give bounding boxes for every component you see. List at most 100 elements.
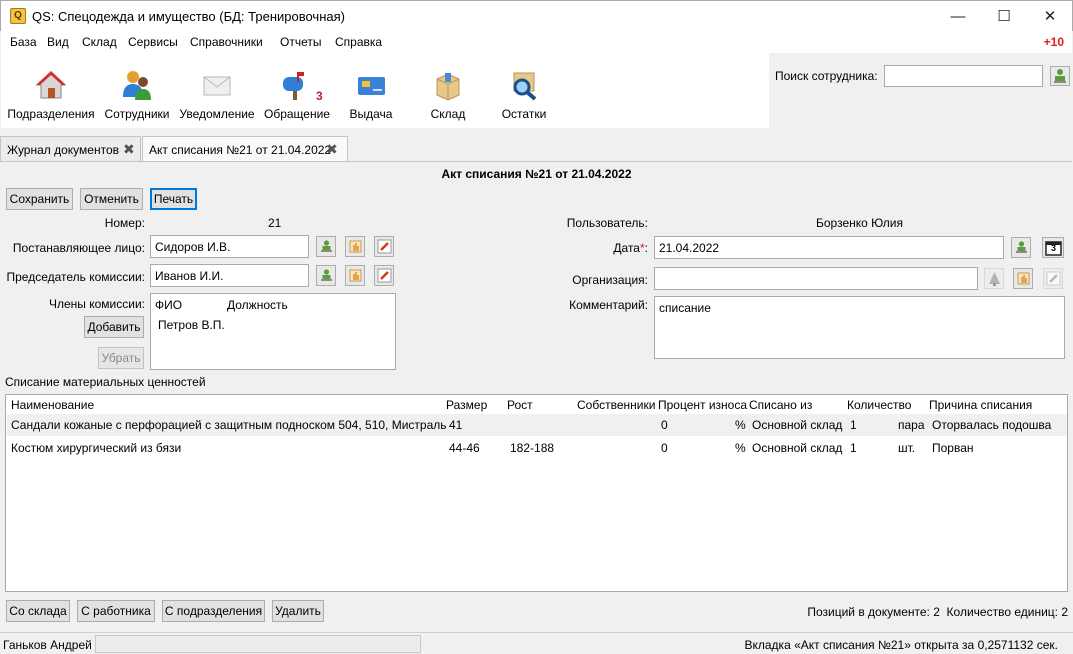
toolbar-button-podrazdeleniya[interactable]: Подразделения [5, 53, 97, 128]
toolbar-button-sklad[interactable]: Склад [415, 53, 481, 128]
menu-item-spravochniki[interactable]: Справочники [190, 35, 263, 49]
menu-item-spravka[interactable]: Справка [335, 35, 382, 49]
edit-button[interactable] [1043, 268, 1063, 289]
column-header-from[interactable]: Списано из [749, 398, 812, 412]
close-button[interactable]: ✕ [1027, 1, 1073, 32]
cell-unit: пара [898, 418, 925, 432]
search-input[interactable] [884, 65, 1043, 87]
comment-field[interactable]: списание [654, 296, 1065, 359]
select-user-button[interactable] [1011, 237, 1031, 258]
tab-zhurnal-dokumentov[interactable]: Журнал документов ✖ [0, 136, 141, 162]
from-stock-button[interactable]: Со склада [6, 600, 70, 622]
edit-button[interactable] [374, 265, 394, 286]
members-list[interactable]: ФИО Должность Петров В.П. [150, 293, 396, 370]
cell-reason: Порван [932, 441, 974, 455]
tab-strip: Журнал документов ✖ Акт списания №21 от … [0, 128, 1073, 162]
select-employee-button[interactable] [316, 265, 336, 286]
pencil-icon [1046, 271, 1061, 286]
writeoff-table[interactable]: Наименование Размер Рост Собственники Пр… [5, 394, 1068, 592]
obrashenie-count: 3 [316, 89, 323, 103]
cell-from: Основной склад [752, 441, 843, 455]
hand-pick-button[interactable] [345, 236, 365, 257]
status-user: Ганьков Андрей [3, 638, 92, 652]
box-icon [436, 73, 460, 101]
menu-item-baza[interactable]: База [10, 35, 37, 49]
chairman-field[interactable]: Иванов И.И. [150, 264, 309, 287]
edit-button[interactable] [374, 236, 394, 257]
person-stamp-icon [1054, 69, 1066, 83]
cell-unit: шт. [898, 441, 916, 455]
members-col-fio: ФИО [155, 298, 183, 312]
minimize-button[interactable]: — [935, 1, 981, 32]
cancel-button[interactable]: Отменить [80, 188, 143, 210]
tree-icon [989, 272, 1000, 286]
cell-from: Основной склад [752, 418, 843, 432]
toolbar-button-ostatki[interactable]: Остатки [491, 53, 557, 128]
toolbar-label: Сотрудники [104, 107, 170, 121]
cell-qty: 1 [850, 418, 857, 432]
person-stamp-icon [1016, 241, 1027, 253]
add-member-button[interactable]: Добавить [84, 316, 144, 338]
cell-percent-sign: % [735, 418, 746, 432]
toolbar-button-obrashenie[interactable]: 3 Обращение [260, 53, 334, 128]
number-label: Номер: [104, 216, 145, 230]
toolbar-button-uvedomlenie[interactable]: Уведомление [177, 53, 257, 128]
hand-icon [349, 240, 362, 253]
window-title: QS: Спецодежда и имущество (БД: Трениров… [32, 9, 345, 24]
column-header-owners[interactable]: Собственники [577, 398, 655, 412]
menu-item-sklad[interactable]: Склад [82, 35, 117, 49]
toolbar-button-sotrudniki[interactable]: Сотрудники [100, 53, 174, 128]
remove-member-button[interactable]: Убрать [98, 347, 144, 369]
from-department-button[interactable]: С подразделения [162, 600, 265, 622]
menu-item-servisy[interactable]: Сервисы [128, 35, 178, 49]
menu-item-otchety[interactable]: Отчеты [280, 35, 321, 49]
toolbar-label: Выдача [349, 107, 393, 121]
cell-wear: 0 [661, 418, 668, 432]
search-employee-button[interactable] [1050, 66, 1070, 86]
tab-label: Акт списания №21 от 21.04.2022 [149, 143, 332, 157]
mailbox-icon [283, 72, 304, 100]
toolbar: Подразделения Сотрудники Уведомление 3 О… [1, 53, 769, 128]
chairman-label: Председатель комиссии: [6, 270, 145, 284]
hand-pick-button[interactable] [345, 265, 365, 286]
close-tab-icon[interactable]: ✖ [326, 142, 339, 156]
from-worker-button[interactable]: С работника [77, 600, 155, 622]
date-field[interactable]: 21.04.2022 [654, 236, 1004, 259]
table-row[interactable]: Сандали кожаные с перфорацией с защитным… [7, 414, 1067, 436]
org-tree-button[interactable] [984, 268, 1004, 289]
column-header-size[interactable]: Размер [446, 398, 487, 412]
cell-percent-sign: % [735, 441, 746, 455]
notification-badge[interactable]: +10 [1044, 35, 1064, 49]
date-label: Дата*: [613, 241, 648, 255]
organization-field[interactable] [654, 267, 978, 290]
print-button[interactable]: Печать [150, 188, 197, 210]
close-tab-icon[interactable]: ✖ [123, 142, 136, 156]
toolbar-button-vydacha[interactable]: Выдача [339, 53, 403, 128]
maximize-button[interactable]: ☐ [981, 1, 1027, 32]
column-header-wear[interactable]: Процент износа [658, 398, 747, 412]
delete-button[interactable]: Удалить [272, 600, 324, 622]
pencil-icon [377, 268, 392, 283]
cell-name: Костюм хирургический из бязи [11, 441, 182, 455]
toolbar-label: Подразделения [7, 107, 95, 121]
list-item[interactable]: Петров В.П. [158, 318, 225, 332]
column-header-reason[interactable]: Причина списания [929, 398, 1032, 412]
menu-item-vid[interactable]: Вид [47, 35, 69, 49]
column-header-name[interactable]: Наименование [11, 398, 94, 412]
toolbar-label: Остатки [501, 107, 547, 121]
column-header-qty[interactable]: Количество [847, 398, 911, 412]
document-title: Акт списания №21 от 21.04.2022 [441, 167, 632, 181]
members-col-position: Должность [227, 298, 288, 312]
org-label: Организация: [572, 273, 648, 287]
hand-pick-button[interactable] [1013, 268, 1033, 289]
column-header-height[interactable]: Рост [507, 398, 533, 412]
tab-akt-spisaniya[interactable]: Акт списания №21 от 21.04.2022 ✖ [142, 136, 348, 162]
number-value: 21 [268, 216, 282, 230]
cell-qty: 1 [850, 441, 857, 455]
select-employee-button[interactable] [316, 236, 336, 257]
save-button[interactable]: Сохранить [6, 188, 73, 210]
calendar-button[interactable]: 3 [1042, 237, 1064, 258]
table-row[interactable]: Костюм хирургический из бязи 44-46 182-1… [7, 437, 1067, 459]
issuer-field[interactable]: Сидоров И.В. [150, 235, 309, 258]
search-label: Поиск сотрудника: [775, 69, 878, 83]
